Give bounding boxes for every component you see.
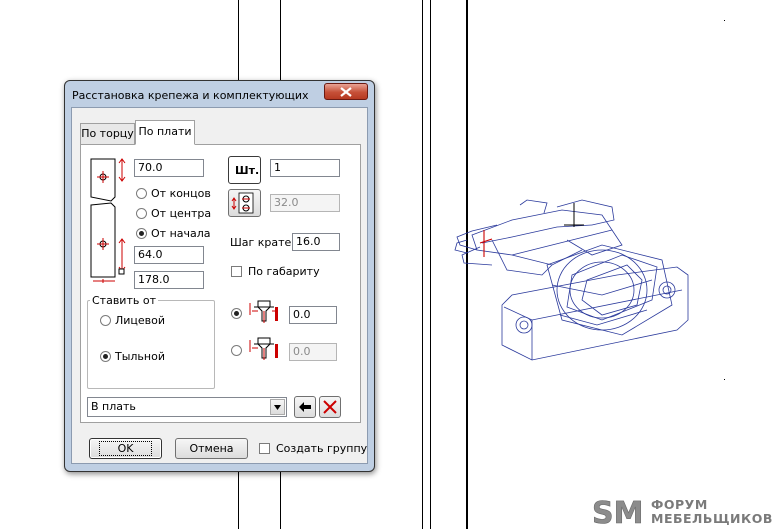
delete-component-button[interactable]	[319, 396, 341, 418]
radio-tylnoy[interactable]	[100, 351, 111, 362]
drawing-line	[422, 0, 423, 529]
forum-watermark-line2: МЕБЕЛЬЩИКОВ	[651, 511, 773, 526]
insert-component-button[interactable]	[294, 396, 316, 418]
radio-depth-from-front[interactable]	[231, 308, 242, 319]
radio-licevoy-label: Лицевой	[115, 314, 166, 327]
radio-ot-centra[interactable]	[136, 208, 147, 219]
radio-ot-nachala[interactable]	[136, 228, 147, 239]
pitch-button[interactable]	[228, 189, 261, 217]
close-button[interactable]	[324, 83, 368, 100]
dialog-title-bar[interactable]: Расстановка крепежа и комплектующих	[65, 81, 374, 107]
component-select-value: В плать	[91, 400, 136, 413]
cancel-button[interactable]: Отмена	[175, 438, 248, 459]
tab-panel-po-plati: 70.0 От концов От центра От начала 64.0 …	[80, 144, 361, 423]
depth-front-field[interactable]: 0.0	[289, 306, 337, 324]
ok-button[interactable]: OK	[89, 438, 162, 459]
close-icon	[340, 87, 352, 97]
drawing-line	[430, 0, 431, 529]
count-field[interactable]: 1	[270, 159, 340, 177]
radio-ot-centra-label: От центра	[151, 207, 212, 220]
top-offset-field[interactable]: 70.0	[134, 159, 204, 177]
component-select[interactable]: В плать	[87, 397, 287, 417]
ok-button-label: OK	[98, 441, 153, 456]
arrow-left-icon	[299, 402, 311, 412]
drawing-dot	[724, 20, 725, 21]
cancel-button-label: Отмена	[189, 442, 234, 455]
forum-logo: SM	[592, 496, 644, 527]
forum-watermark-line1: ФОРУМ	[651, 497, 708, 512]
dialog-title: Расстановка крепежа и комплектующих	[72, 89, 309, 102]
multiple-step-label: Шаг кратен	[230, 236, 299, 249]
drawing-dot	[724, 379, 725, 380]
length-field[interactable]: 178.0	[134, 271, 204, 289]
tab-po-plati[interactable]: По плати	[135, 120, 195, 145]
red-x-icon	[323, 400, 337, 414]
radio-depth-from-back[interactable]	[231, 345, 242, 356]
create-group-checkbox[interactable]	[259, 443, 270, 454]
chevron-down-icon[interactable]	[270, 399, 285, 415]
radio-tylnoy-label: Тыльной	[115, 350, 165, 363]
radio-ot-nachala-label: От начала	[151, 227, 211, 240]
count-button-label: Шт.	[235, 164, 260, 177]
dialog-client-area: По торцу По плати 70.0 От концов От цент…	[71, 107, 368, 464]
by-size-label: По габариту	[248, 265, 320, 278]
depth-from-back-icon	[249, 337, 278, 360]
tab-po-torcu[interactable]: По торцу	[80, 123, 135, 144]
depth-from-front-icon	[249, 300, 278, 323]
second-offset-field[interactable]: 64.0	[134, 246, 204, 264]
panel-dimension-diagram	[90, 158, 126, 283]
create-group-label: Создать группу	[276, 442, 368, 455]
pitch-field: 32.0	[270, 194, 340, 212]
radio-ot-koncov[interactable]	[136, 188, 147, 199]
count-button[interactable]: Шт.	[228, 156, 261, 184]
hinge-wireframe-model[interactable]	[452, 195, 697, 370]
fastener-placement-dialog: Расстановка крепежа и комплектующих По т…	[64, 80, 375, 472]
radio-licevoy[interactable]	[100, 315, 111, 326]
forum-logo-letters: SM	[592, 496, 643, 527]
multiple-step-field[interactable]: 16.0	[292, 233, 340, 251]
hole-pitch-icon	[231, 192, 254, 214]
place-from-group-title: Ставить от	[90, 294, 158, 307]
by-size-checkbox[interactable]	[231, 266, 242, 277]
radio-ot-koncov-label: От концов	[151, 187, 211, 200]
depth-back-field: 0.0	[289, 343, 337, 361]
